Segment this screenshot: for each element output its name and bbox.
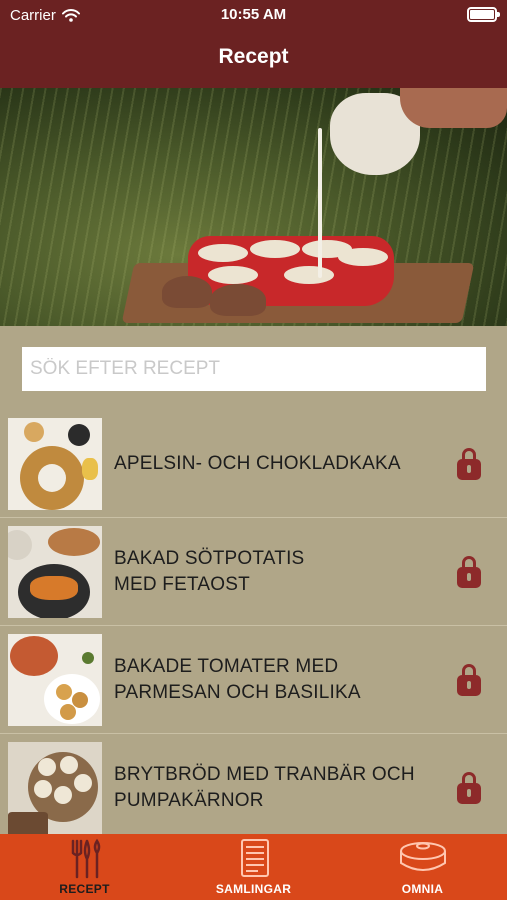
tab-label: RECEPT xyxy=(59,882,110,896)
recipe-title: BAKAD SÖTPOTATIS MED FETAOST xyxy=(114,548,305,595)
tab-recept[interactable]: RECEPT xyxy=(0,834,169,900)
recipe-thumbnail xyxy=(8,634,102,726)
recipe-title: APELSIN- OCH CHOKLADKAKA xyxy=(114,453,401,474)
recipe-row[interactable]: BRYTBRÖD MED TRANBÄR OCH PUMPAKÄRNOR xyxy=(0,734,507,842)
cutlery-icon xyxy=(71,838,100,879)
status-time: 10:55 AM xyxy=(220,6,287,23)
tab-samlingar[interactable]: SAMLINGAR xyxy=(169,834,338,900)
recipe-list: APELSIN- OCH CHOKLADKAKA BAKAD SÖTPOTATI… xyxy=(0,410,507,842)
recipe-thumbnail xyxy=(8,418,102,510)
page-title: Recept xyxy=(218,45,289,68)
hero-image xyxy=(0,88,507,326)
battery-icon xyxy=(467,7,500,22)
lock-icon xyxy=(457,448,481,480)
tab-omnia[interactable]: OMNIA xyxy=(338,834,507,900)
tab-label: SAMLINGAR xyxy=(215,882,292,896)
recipe-thumbnail xyxy=(8,742,102,834)
lock-icon xyxy=(457,664,481,696)
recipe-title: BRYTBRÖD MED TRANBÄR OCH PUMPAKÄRNOR xyxy=(114,764,415,811)
recipe-row[interactable]: BAKAD SÖTPOTATIS MED FETAOST xyxy=(0,518,507,626)
navigation-bar: Carrier 10:55 AM Recept xyxy=(0,0,507,88)
tab-bar: RECEPT SAMLINGAR OMNIA xyxy=(0,834,507,900)
recipe-thumbnail xyxy=(8,526,102,618)
recipe-row[interactable]: BAKADE TOMATER MED PARMESAN OCH BASILIKA xyxy=(0,626,507,734)
recipe-title: BAKADE TOMATER MED PARMESAN OCH BASILIKA xyxy=(114,656,361,703)
status-bar: Carrier 10:55 AM xyxy=(0,0,507,30)
search-input[interactable] xyxy=(22,347,486,391)
pot-icon xyxy=(399,842,446,871)
book-icon xyxy=(240,839,269,877)
lock-icon xyxy=(457,556,481,588)
lock-icon xyxy=(457,772,481,804)
tab-label: OMNIA xyxy=(401,882,444,896)
recipe-row[interactable]: APELSIN- OCH CHOKLADKAKA xyxy=(0,410,507,518)
